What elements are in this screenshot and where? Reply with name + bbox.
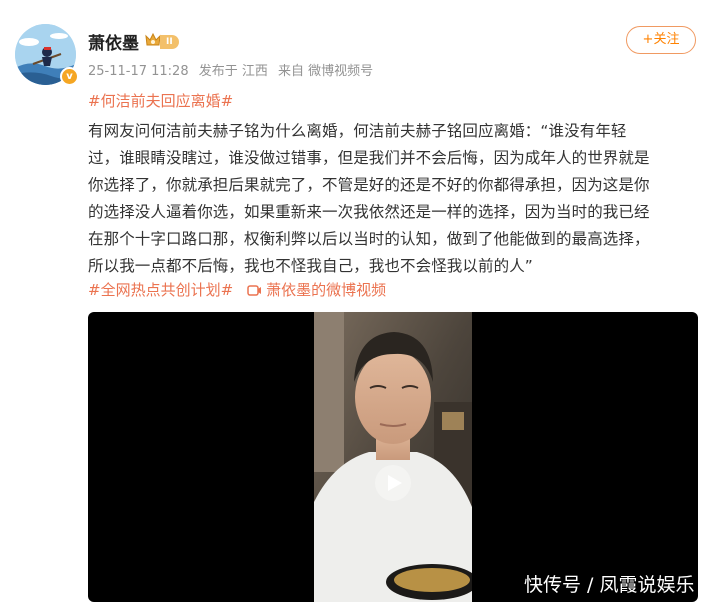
post-text-line: 在那个十字口路口那，权衡利弊以后以当时的认知，做到了他能做到的最高选择， bbox=[88, 230, 650, 248]
play-icon bbox=[388, 475, 402, 491]
post-text-line: 所以我一点都不后悔，我也不怪我自己，我也不会怪我以前的人” bbox=[88, 257, 533, 275]
video-icon bbox=[247, 285, 262, 296]
verified-badge: v bbox=[60, 67, 79, 86]
post-text-line: 过，谁眼睛没瞎过，谁没做过错事，但是我们并不会后悔，因为成年人的世界就是 bbox=[88, 149, 650, 167]
post-text-line: 有网友问何洁前夫赫子铭为什么离婚，何洁前夫赫子铭回应离婚：“谁没有年轻 bbox=[88, 122, 627, 140]
post-text: 有网友问何洁前夫赫子铭为什么离婚，何洁前夫赫子铭回应离婚：“谁没有年轻 过，谁眼… bbox=[88, 118, 700, 280]
post-text-line: 你选择了，你就承担后果就完了，不管是好的还是不好的你都得承担，因为这是你 bbox=[88, 176, 650, 194]
username[interactable]: 萧依墨 bbox=[88, 29, 139, 54]
hot-plan-tag[interactable]: #全网热点共创计划# bbox=[88, 281, 233, 299]
tag-row: #全网热点共创计划# 萧依墨的微博视频 bbox=[88, 279, 386, 300]
level-badge: II bbox=[160, 35, 179, 49]
topic-link[interactable]: #何洁前夫回应离婚# bbox=[88, 90, 233, 111]
post-text-line: 的选择没人逼着你选，如果重新来一次我依然还是一样的选择，因为当时的我已经 bbox=[88, 203, 650, 221]
source-watermark: 快传号 / 凤霞说娱乐 bbox=[524, 574, 695, 596]
post-location: 发布于 江西 bbox=[198, 64, 268, 79]
post-meta: 25-11-17 11:28 发布于 江西 来自 微博视频号 bbox=[88, 60, 379, 79]
video-frame bbox=[314, 312, 472, 602]
video-source-link[interactable]: 萧依墨的微博视频 bbox=[266, 281, 386, 299]
follow-button[interactable]: +关注 bbox=[626, 26, 696, 54]
play-button[interactable] bbox=[375, 465, 411, 501]
video-thumbnail bbox=[314, 312, 472, 602]
video-player[interactable] bbox=[88, 312, 698, 602]
post-source: 来自 微博视频号 bbox=[278, 64, 374, 79]
post-time[interactable]: 25-11-17 11:28 bbox=[88, 64, 189, 79]
